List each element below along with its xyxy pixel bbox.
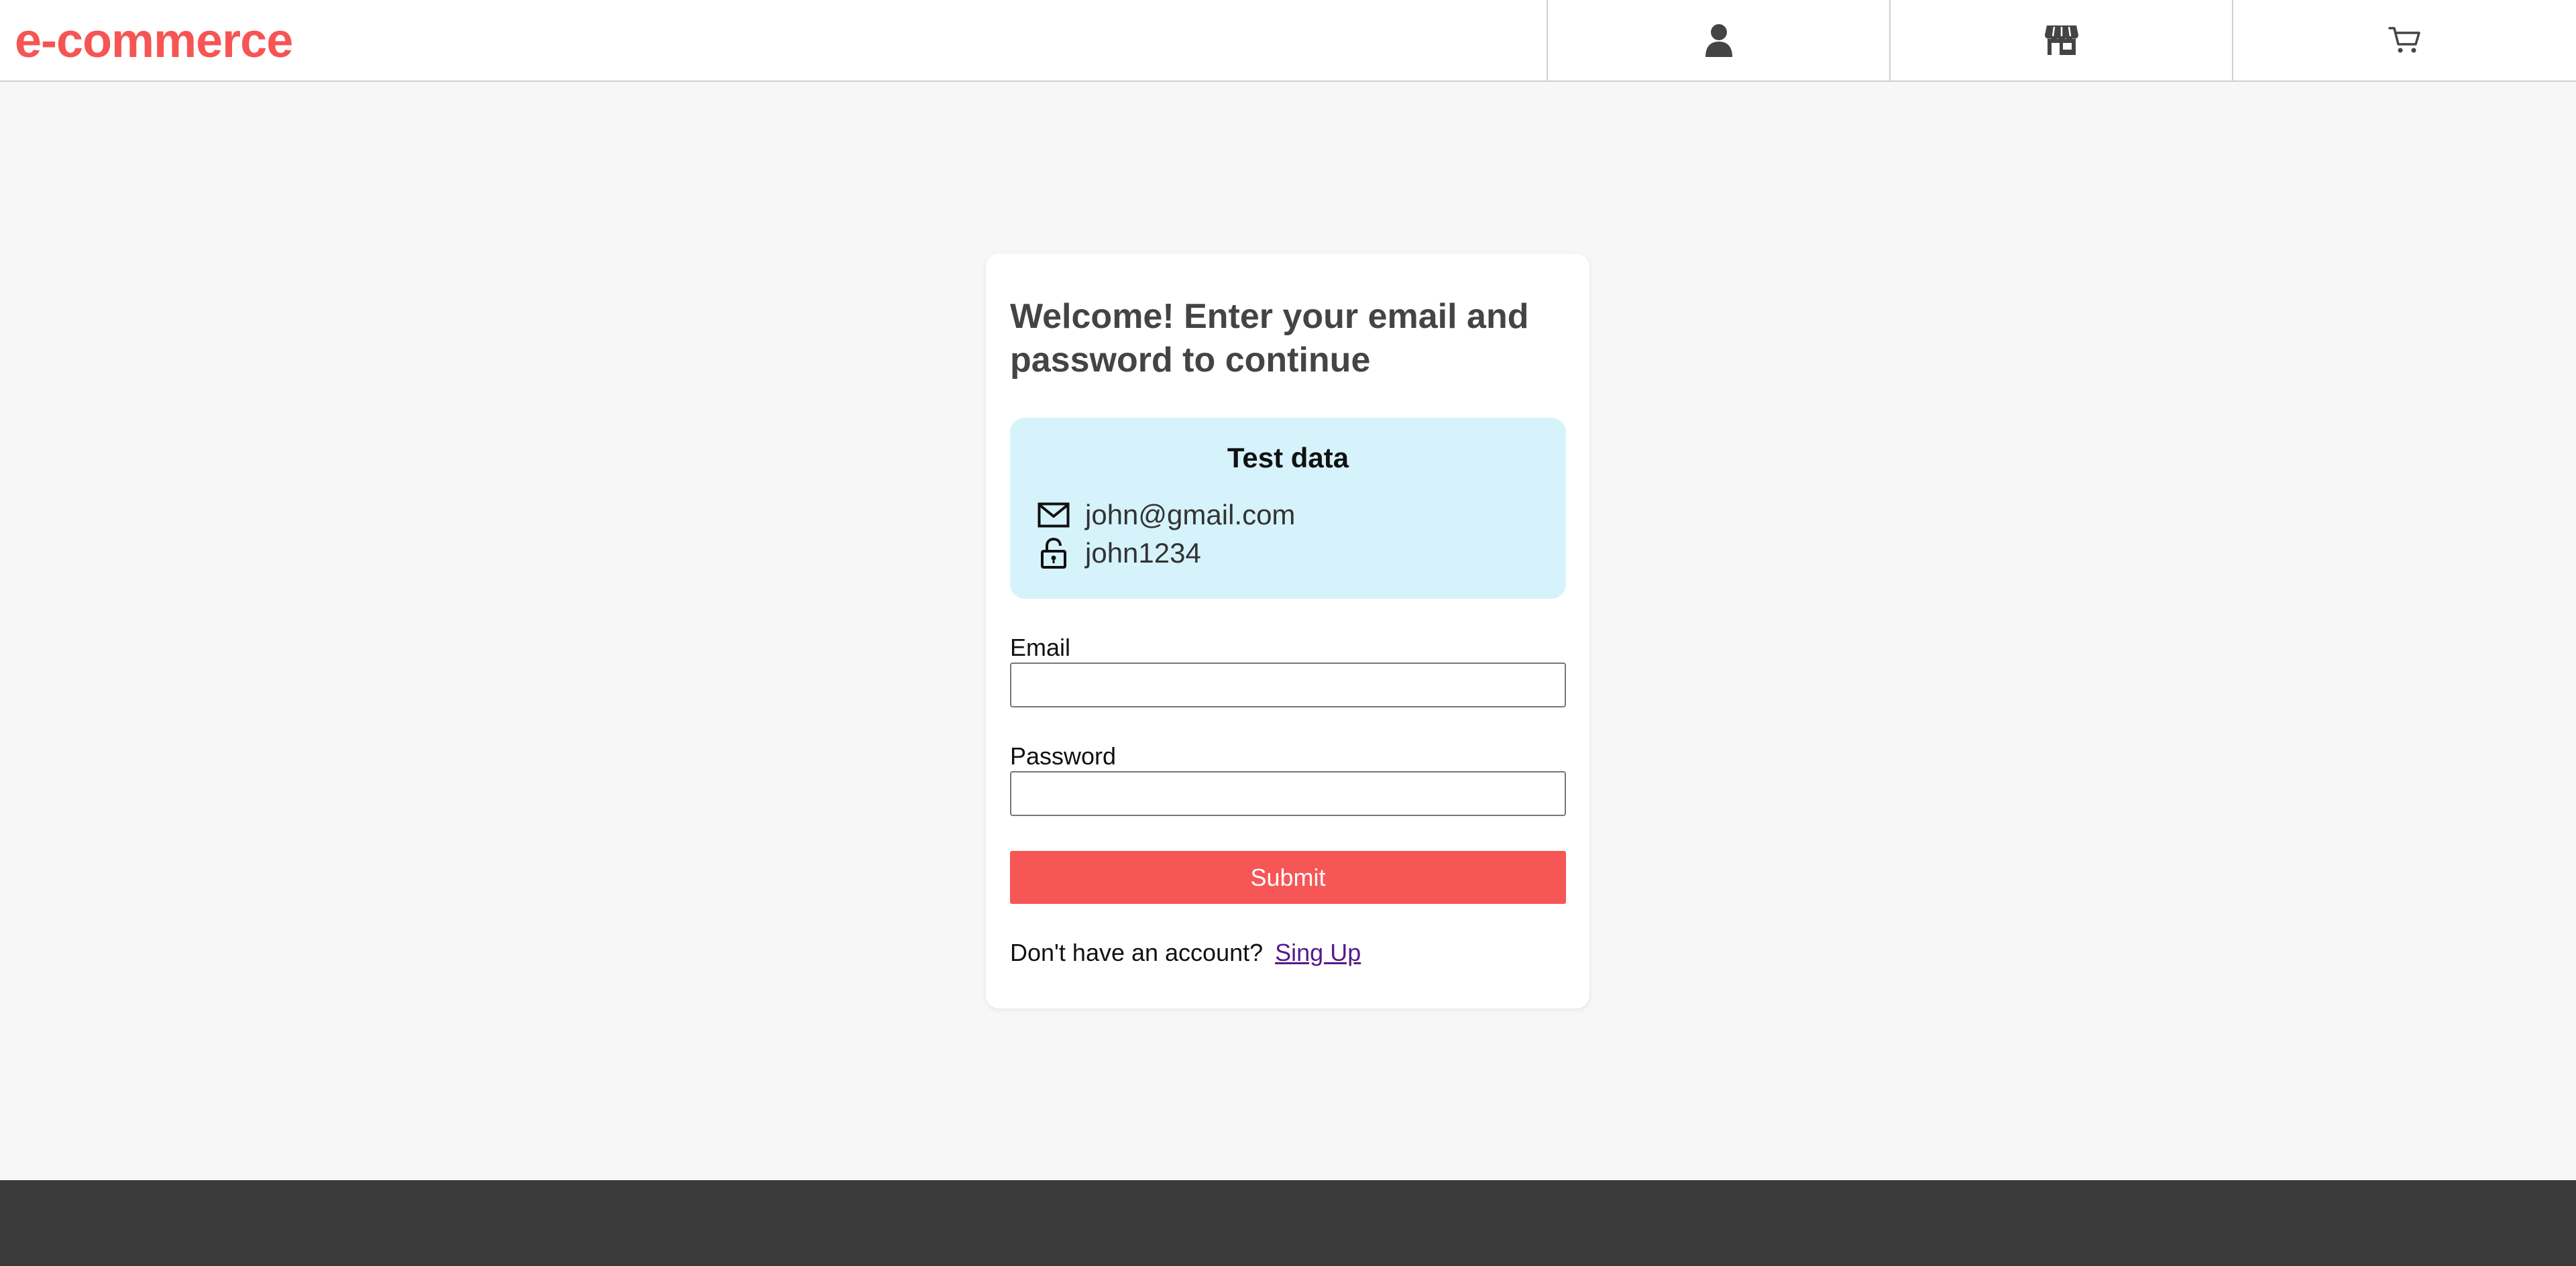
nav-account-button[interactable] <box>1547 0 1889 80</box>
email-label: Email <box>1010 634 1071 661</box>
site-logo[interactable]: e-commerce <box>15 11 293 71</box>
password-label: Password <box>1010 742 1117 770</box>
site-header: e-commerce <box>0 0 2576 82</box>
test-data-title: Test data <box>1227 442 1349 473</box>
test-data-box: Test data john@gmail.com john1234 <box>1010 418 1566 599</box>
email-field[interactable] <box>1010 663 1566 707</box>
store-icon <box>2044 24 2079 56</box>
cart-icon <box>2388 25 2422 55</box>
nav-cart-button[interactable] <box>2232 0 2576 80</box>
login-card: Welcome! Enter your email and password t… <box>986 253 1589 1009</box>
password-field[interactable] <box>1010 771 1566 816</box>
signup-row: Don't have an account? Sing Up <box>1010 939 1361 967</box>
lock-icon <box>1037 536 1070 570</box>
envelope-icon <box>1037 498 1070 532</box>
login-title: Welcome! Enter your email and password t… <box>1010 297 1529 380</box>
test-email-value: john@gmail.com <box>1085 499 1296 530</box>
user-icon <box>1704 23 1734 57</box>
signup-link[interactable]: Sing Up <box>1275 939 1361 966</box>
test-password-row: john1234 <box>1037 536 1201 570</box>
submit-button[interactable]: Submit <box>1010 851 1566 904</box>
test-password-value: john1234 <box>1085 537 1201 569</box>
site-footer <box>0 1180 2576 1266</box>
signup-prompt: Don't have an account? <box>1010 939 1264 966</box>
nav-store-button[interactable] <box>1889 0 2232 80</box>
test-email-row: john@gmail.com <box>1037 498 1295 532</box>
